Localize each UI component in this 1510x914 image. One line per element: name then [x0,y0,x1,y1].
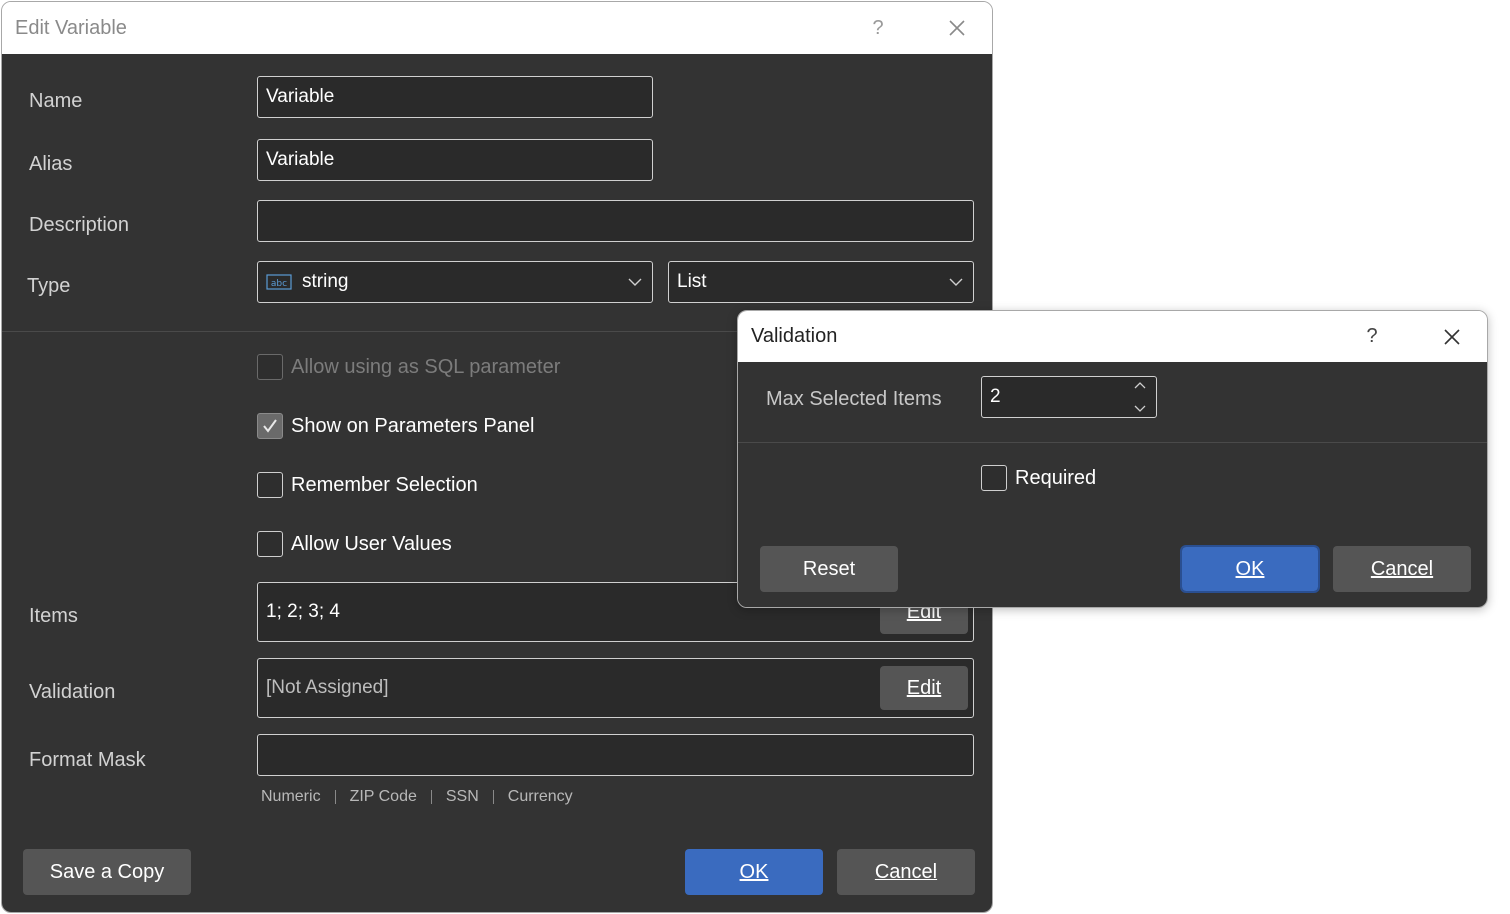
items-value: 1; 2; 3; 4 [266,601,340,622]
checkbox-box [981,465,1007,491]
validation-body: Max Selected Items 2 Required Reset OK C… [738,362,1487,607]
alias-field[interactable]: Variable [257,139,653,181]
mask-presets: Numeric ZIP Code SSN Currency [261,789,587,805]
help-icon: ? [872,16,884,39]
checkbox-label: Show on Parameters Panel [291,414,535,437]
reset-label: Reset [802,557,856,580]
type-value: string [302,271,349,292]
chevron-down-icon [949,278,963,286]
checkbox-label: Allow User Values [291,532,452,555]
checkbox-box [257,472,283,498]
mask-preset-numeric[interactable]: Numeric [261,789,336,805]
validation-value: [Not Assigned] [266,677,389,698]
checkbox-show-on-parameters-panel[interactable]: Show on Parameters Panel [257,413,534,439]
type-dropdown[interactable]: abc string [257,261,653,303]
checkbox-box [257,354,283,380]
checkbox-allow-user-values[interactable]: Allow User Values [257,531,452,557]
checkbox-required[interactable]: Required [981,465,1096,491]
checkbox-label: Remember Selection [291,473,478,496]
mask-preset-ssn[interactable]: SSN [432,789,494,805]
validation-field[interactable]: [Not Assigned] [257,658,974,718]
validation-dialog-title: Validation [751,325,838,347]
checkbox-sql-parameter[interactable]: Allow using as SQL parameter [257,354,560,380]
alias-value: Variable [266,149,335,170]
validation-titlebar[interactable]: Validation ? [738,311,1487,362]
validation-divider [738,442,1487,443]
cancel-button[interactable]: Cancel [837,849,975,895]
validation-edit-label: Edit [906,676,942,699]
validation-ok-button[interactable]: OK [1180,545,1320,593]
alias-label: Alias [29,153,73,175]
description-label: Description [29,214,130,236]
checkbox-box [257,413,283,439]
abc-string-icon: abc [266,274,292,290]
validation-cancel-label: Cancel [1370,557,1434,580]
validation-dialog: Validation ? Max Selected Items 2 Requir… [737,310,1488,608]
mask-preset-zip-code[interactable]: ZIP Code [336,789,432,805]
validation-label: Validation [29,681,116,703]
checkmark-icon [263,419,277,433]
validation-ok-label: OK [1235,557,1265,580]
format-mask-field[interactable] [257,734,974,776]
save-copy-label: Save a Copy [49,860,165,883]
name-label: Name [29,90,83,112]
validation-cancel-button[interactable]: Cancel [1333,546,1471,592]
name-field[interactable]: Variable [257,76,653,118]
cancel-label: Cancel [874,860,938,883]
kind-dropdown[interactable]: List [668,261,974,303]
description-field[interactable] [257,200,974,242]
validation-help-button[interactable]: ? [1352,311,1392,362]
chevron-down-icon[interactable] [1134,405,1146,413]
stepper-arrows [1132,381,1148,413]
edit-variable-titlebar[interactable]: Edit Variable ? [2,2,992,54]
reset-button[interactable]: Reset [760,546,898,592]
close-icon [1444,328,1460,345]
type-label: Type [27,275,71,297]
help-button[interactable]: ? [858,2,898,54]
mask-preset-currency[interactable]: Currency [494,789,587,805]
checkbox-label: Allow using as SQL parameter [291,355,561,378]
validation-edit-button[interactable]: Edit [880,666,968,710]
kind-value: List [677,271,707,292]
max-selected-stepper[interactable]: 2 [981,376,1157,418]
checkbox-remember-selection[interactable]: Remember Selection [257,472,478,498]
close-icon [949,20,965,36]
required-label: Required [1015,466,1097,489]
format-mask-label: Format Mask [29,749,146,771]
dialog-title: Edit Variable [15,16,127,39]
chevron-down-icon [628,278,642,286]
save-copy-button[interactable]: Save a Copy [23,849,191,895]
chevron-up-icon[interactable] [1134,381,1146,389]
validation-close-button[interactable] [1432,311,1472,362]
ok-label: OK [739,860,769,883]
ok-button[interactable]: OK [685,849,823,895]
max-selected-value: 2 [990,386,1001,407]
items-label: Items [29,605,78,627]
help-icon: ? [1366,325,1378,347]
close-button[interactable] [937,2,977,54]
name-value: Variable [266,86,335,107]
checkbox-box [257,531,283,557]
svg-text:abc: abc [271,279,287,289]
max-selected-label: Max Selected Items [766,388,942,410]
